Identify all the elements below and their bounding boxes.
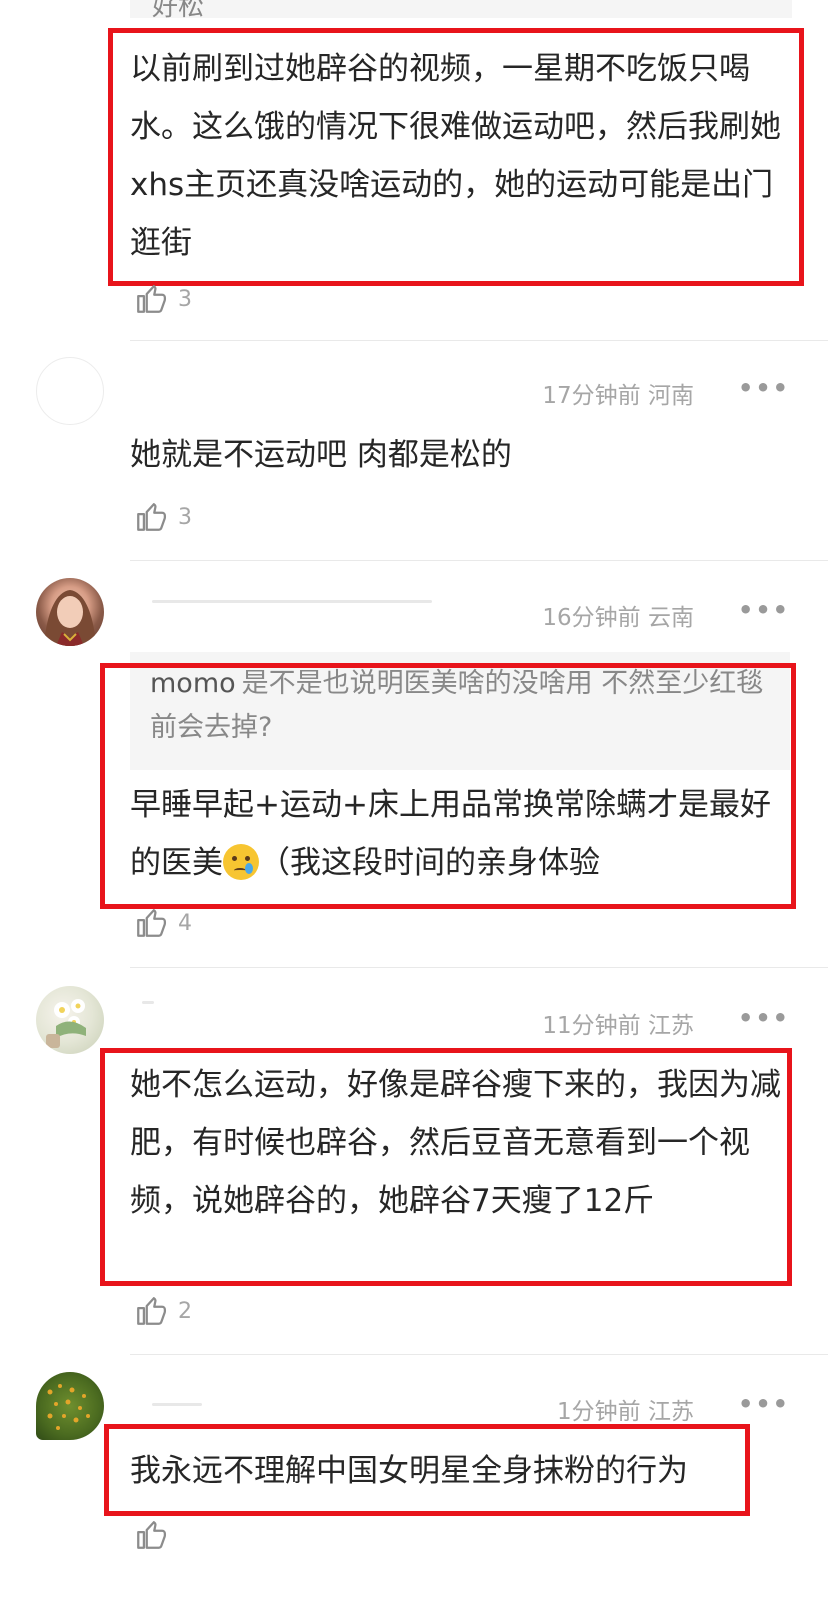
avatar[interactable]	[36, 986, 104, 1054]
more-options-icon[interactable]: •••	[738, 1004, 790, 1032]
location: 江苏	[648, 1399, 694, 1425]
location: 河南	[648, 383, 694, 409]
quoted-reply-box: 好松	[130, 0, 792, 22]
timestamp: 16分钟前	[542, 605, 641, 631]
thumbs-up-icon	[137, 503, 167, 531]
like-count: 4	[178, 910, 192, 936]
quoted-reply-text: 好松	[152, 0, 205, 22]
timestamp: 1分钟前	[557, 1399, 641, 1425]
thumbs-up-icon	[137, 909, 167, 937]
more-options-icon[interactable]: •••	[738, 1390, 790, 1418]
divider	[130, 967, 828, 968]
like-button[interactable]: 3	[134, 500, 192, 534]
divider	[130, 560, 828, 561]
more-options-icon[interactable]: •••	[738, 374, 790, 402]
location: 江苏	[648, 1013, 694, 1039]
like-count: 3	[178, 504, 192, 530]
avatar-image-icon	[44, 590, 96, 646]
username-redacted	[152, 600, 432, 603]
crying-emoji-icon	[223, 843, 259, 880]
comment-meta: 1分钟前 江苏	[480, 1392, 694, 1426]
avatar-image-icon	[47, 1384, 90, 1430]
like-button[interactable]: 4	[134, 906, 192, 940]
like-button[interactable]	[134, 1518, 178, 1552]
avatar[interactable]	[36, 1372, 104, 1440]
comment-body: 早睡早起+运动+床上用品常换常除螨才是最好的医美 （我这段时间的亲身体验	[130, 776, 790, 892]
thumbs-up-icon	[137, 1521, 167, 1549]
comment-meta: 16分钟前 云南	[480, 598, 694, 632]
like-count: 2	[178, 1298, 192, 1324]
thumbs-up-icon	[137, 285, 167, 313]
like-count: 3	[178, 286, 192, 312]
avatar[interactable]	[36, 357, 104, 425]
reply-text: 是不是也说明医美啥的没啥用 不然至少红毯前会去掉?	[150, 668, 764, 743]
location: 云南	[648, 605, 694, 631]
comment-text: （我这段时间的亲身体验	[259, 845, 600, 881]
avatar[interactable]	[36, 578, 104, 646]
username-redacted	[142, 1001, 154, 1004]
comment-body: 以前刷到过她辟谷的视频，一星期不吃饭只喝水。这么饿的情况下很难做运动吧，然后我刷…	[130, 51, 781, 261]
avatar-image-icon	[46, 999, 86, 1048]
divider	[130, 1354, 828, 1355]
quoted-reply-box: momo 是不是也说明医美啥的没啥用 不然至少红毯前会去掉?	[130, 652, 790, 770]
reply-username[interactable]: momo	[150, 668, 236, 699]
more-options-icon[interactable]: •••	[738, 596, 790, 624]
thumbs-up-icon	[137, 1297, 167, 1325]
timestamp: 17分钟前	[542, 383, 641, 409]
comment-meta: 17分钟前 河南	[480, 376, 694, 410]
comment-body: 我永远不理解中国女明星全身抹粉的行为	[130, 1453, 688, 1489]
like-button[interactable]: 3	[134, 282, 192, 316]
comment-meta: 11分钟前 江苏	[480, 1006, 694, 1040]
username-redacted	[152, 1403, 202, 1406]
divider	[130, 340, 828, 341]
timestamp: 11分钟前	[542, 1013, 641, 1039]
comment-body: 她就是不运动吧 肉都是松的	[130, 437, 512, 473]
comment-body: 她不怎么运动，好像是辟谷瘦下来的，我因为减肥，有时候也辟谷，然后豆音无意看到一个…	[130, 1067, 781, 1219]
like-button[interactable]: 2	[134, 1294, 192, 1328]
